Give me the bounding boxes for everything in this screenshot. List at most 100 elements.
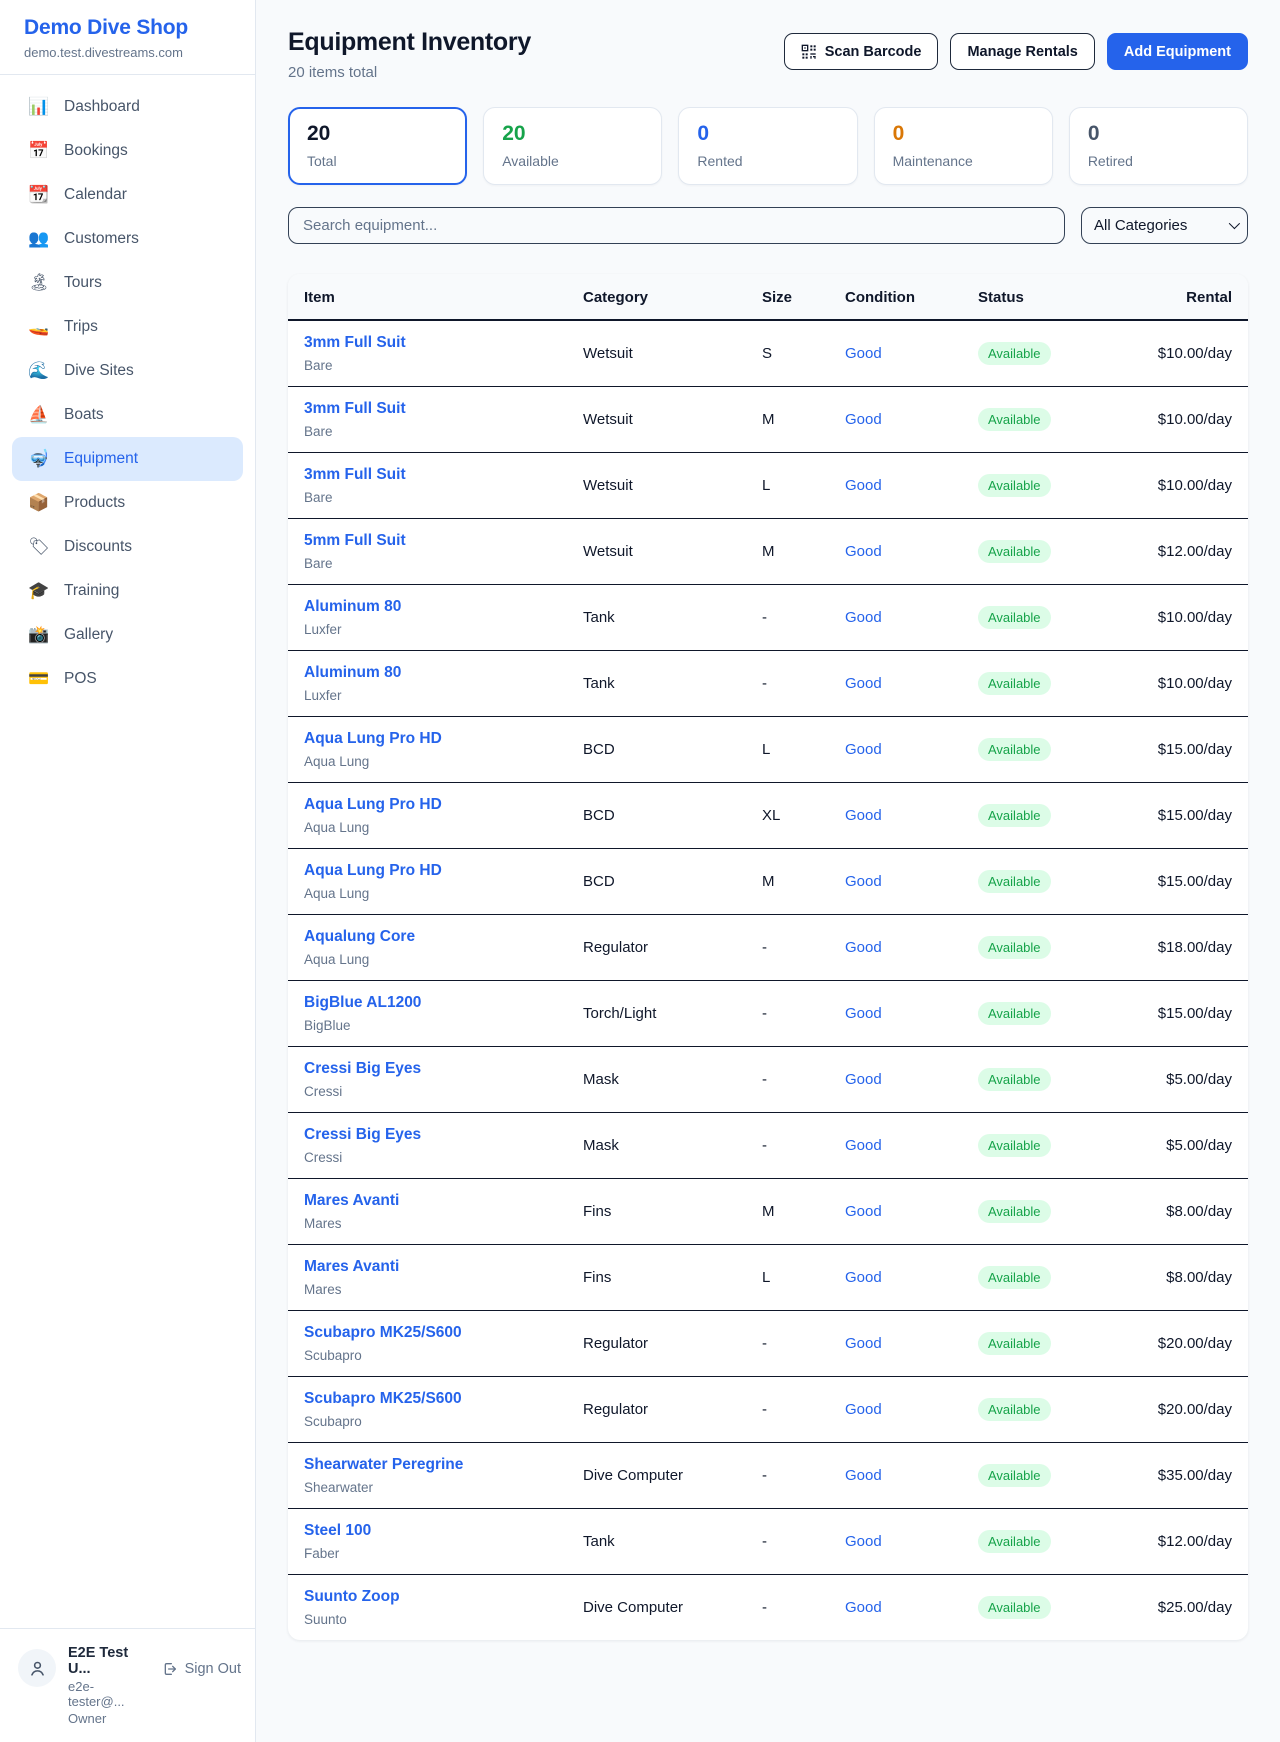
table-row: 3mm Full Suit Bare Wetsuit L Good Availa… [288,453,1248,519]
item-name-link[interactable]: Aqua Lung Pro HD [304,862,583,880]
scan-barcode-button[interactable]: Scan Barcode [784,33,939,70]
category-select[interactable]: All Categories [1081,207,1248,244]
sidebar-item-products[interactable]: 📦 Products [12,481,243,525]
item-condition-link[interactable]: Good [845,1509,978,1575]
item-size: M [762,519,845,585]
item-brand: Faber [304,1546,583,1561]
item-condition-link[interactable]: Good [845,1245,978,1311]
brand-block: Demo Dive Shop demo.test.divestreams.com [0,0,255,75]
item-condition-link[interactable]: Good [845,453,978,519]
table-row: Suunto Zoop Suunto Dive Computer - Good … [288,1575,1248,1641]
search-input[interactable] [288,207,1065,244]
sidebar-item-boats[interactable]: ⛵ Boats [12,393,243,437]
sidebar-item-label: Bookings [64,142,128,160]
item-condition-link[interactable]: Good [845,1179,978,1245]
item-size: L [762,453,845,519]
sidebar-item-training[interactable]: 🎓 Training [12,569,243,613]
table-row: Scubapro MK25/S600 Scubapro Regulator - … [288,1377,1248,1443]
item-name-link[interactable]: Aqua Lung Pro HD [304,796,583,814]
item-condition-link[interactable]: Good [845,519,978,585]
item-category: Tank [583,585,762,651]
item-condition-link[interactable]: Good [845,1377,978,1443]
sidebar-item-tours[interactable]: 🏝 Tours [12,261,243,305]
sidebar-item-customers[interactable]: 👥 Customers [12,217,243,261]
item-name-link[interactable]: Suunto Zoop [304,1588,583,1606]
stat-card-available[interactable]: 20 Available [483,107,662,185]
item-name-link[interactable]: Mares Avanti [304,1258,583,1276]
stat-card-maintenance[interactable]: 0 Maintenance [874,107,1053,185]
sidebar-item-gallery[interactable]: 📸 Gallery [12,613,243,657]
item-category: Fins [583,1179,762,1245]
col-condition: Condition [845,274,978,320]
item-condition-link[interactable]: Good [845,1311,978,1377]
item-name-link[interactable]: Cressi Big Eyes [304,1126,583,1144]
item-condition-link[interactable]: Good [845,849,978,915]
sidebar-item-pos[interactable]: 💳 POS [12,657,243,701]
status-badge: Available [978,1596,1051,1619]
brand-domain: demo.test.divestreams.com [24,45,231,60]
status-badge: Available [978,1002,1051,1025]
item-name-link[interactable]: Steel 100 [304,1522,583,1540]
item-condition-link[interactable]: Good [845,981,978,1047]
sidebar-item-trips[interactable]: 🚤 Trips [12,305,243,349]
item-size: - [762,915,845,981]
sidebar-item-bookings[interactable]: 📅 Bookings [12,129,243,173]
item-condition-link[interactable]: Good [845,585,978,651]
item-condition-link[interactable]: Good [845,1443,978,1509]
item-condition-link[interactable]: Good [845,1575,978,1641]
item-name-link[interactable]: 3mm Full Suit [304,466,583,484]
user-email: e2e-tester@... [68,1679,150,1709]
item-name-link[interactable]: Aluminum 80 [304,598,583,616]
item-rental-rate: $5.00/day [1118,1113,1248,1179]
person-icon [28,1659,47,1678]
stat-card-total[interactable]: 20 Total [288,107,467,185]
item-condition-link[interactable]: Good [845,1047,978,1113]
item-name-link[interactable]: Shearwater Peregrine [304,1456,583,1474]
item-condition-link[interactable]: Good [845,717,978,783]
item-size: M [762,849,845,915]
sidebar-item-label: Boats [64,406,104,424]
sidebar-item-calendar[interactable]: 📆 Calendar [12,173,243,217]
add-equipment-button[interactable]: Add Equipment [1107,33,1248,70]
item-name-link[interactable]: Aqua Lung Pro HD [304,730,583,748]
item-name-link[interactable]: 3mm Full Suit [304,400,583,418]
sidebar-item-discounts[interactable]: 🏷 Discounts [12,525,243,569]
sidebar-item-equipment[interactable]: 🤿 Equipment [12,437,243,481]
status-badge: Available [978,474,1051,497]
item-condition-link[interactable]: Good [845,320,978,387]
item-condition-link[interactable]: Good [845,651,978,717]
item-rental-rate: $8.00/day [1118,1245,1248,1311]
brand-name: Demo Dive Shop [24,16,231,40]
table-header-row: Item Category Size Condition Status Rent… [288,274,1248,320]
item-name-link[interactable]: 3mm Full Suit [304,334,583,352]
item-name-link[interactable]: Mares Avanti [304,1192,583,1210]
item-name-link[interactable]: BigBlue AL1200 [304,994,583,1012]
item-category: Dive Computer [583,1575,762,1641]
col-category: Category [583,274,762,320]
item-name-link[interactable]: Scubapro MK25/S600 [304,1324,583,1342]
item-condition-link[interactable]: Good [845,387,978,453]
sidebar-item-dive-sites[interactable]: 🌊 Dive Sites [12,349,243,393]
item-category: Wetsuit [583,320,762,387]
sidebar-item-dashboard[interactable]: 📊 Dashboard [12,85,243,129]
stat-card-rented[interactable]: 0 Rented [678,107,857,185]
item-condition-link[interactable]: Good [845,783,978,849]
sign-out-button[interactable]: Sign Out [162,1661,241,1677]
item-condition-link[interactable]: Good [845,1113,978,1179]
table-row: 3mm Full Suit Bare Wetsuit M Good Availa… [288,387,1248,453]
manage-rentals-button[interactable]: Manage Rentals [950,33,1094,70]
item-name-link[interactable]: Aluminum 80 [304,664,583,682]
item-condition-link[interactable]: Good [845,915,978,981]
item-name-link[interactable]: 5mm Full Suit [304,532,583,550]
stat-card-retired[interactable]: 0 Retired [1069,107,1248,185]
item-name-link[interactable]: Scubapro MK25/S600 [304,1390,583,1408]
item-name-link[interactable]: Aqualung Core [304,928,583,946]
status-badge: Available [978,804,1051,827]
item-name-link[interactable]: Cressi Big Eyes [304,1060,583,1078]
sidebar-item-label: Customers [64,230,139,248]
item-size: - [762,585,845,651]
item-rental-rate: $12.00/day [1118,519,1248,585]
status-badge: Available [978,1200,1051,1223]
item-rental-rate: $8.00/day [1118,1179,1248,1245]
item-rental-rate: $15.00/day [1118,783,1248,849]
